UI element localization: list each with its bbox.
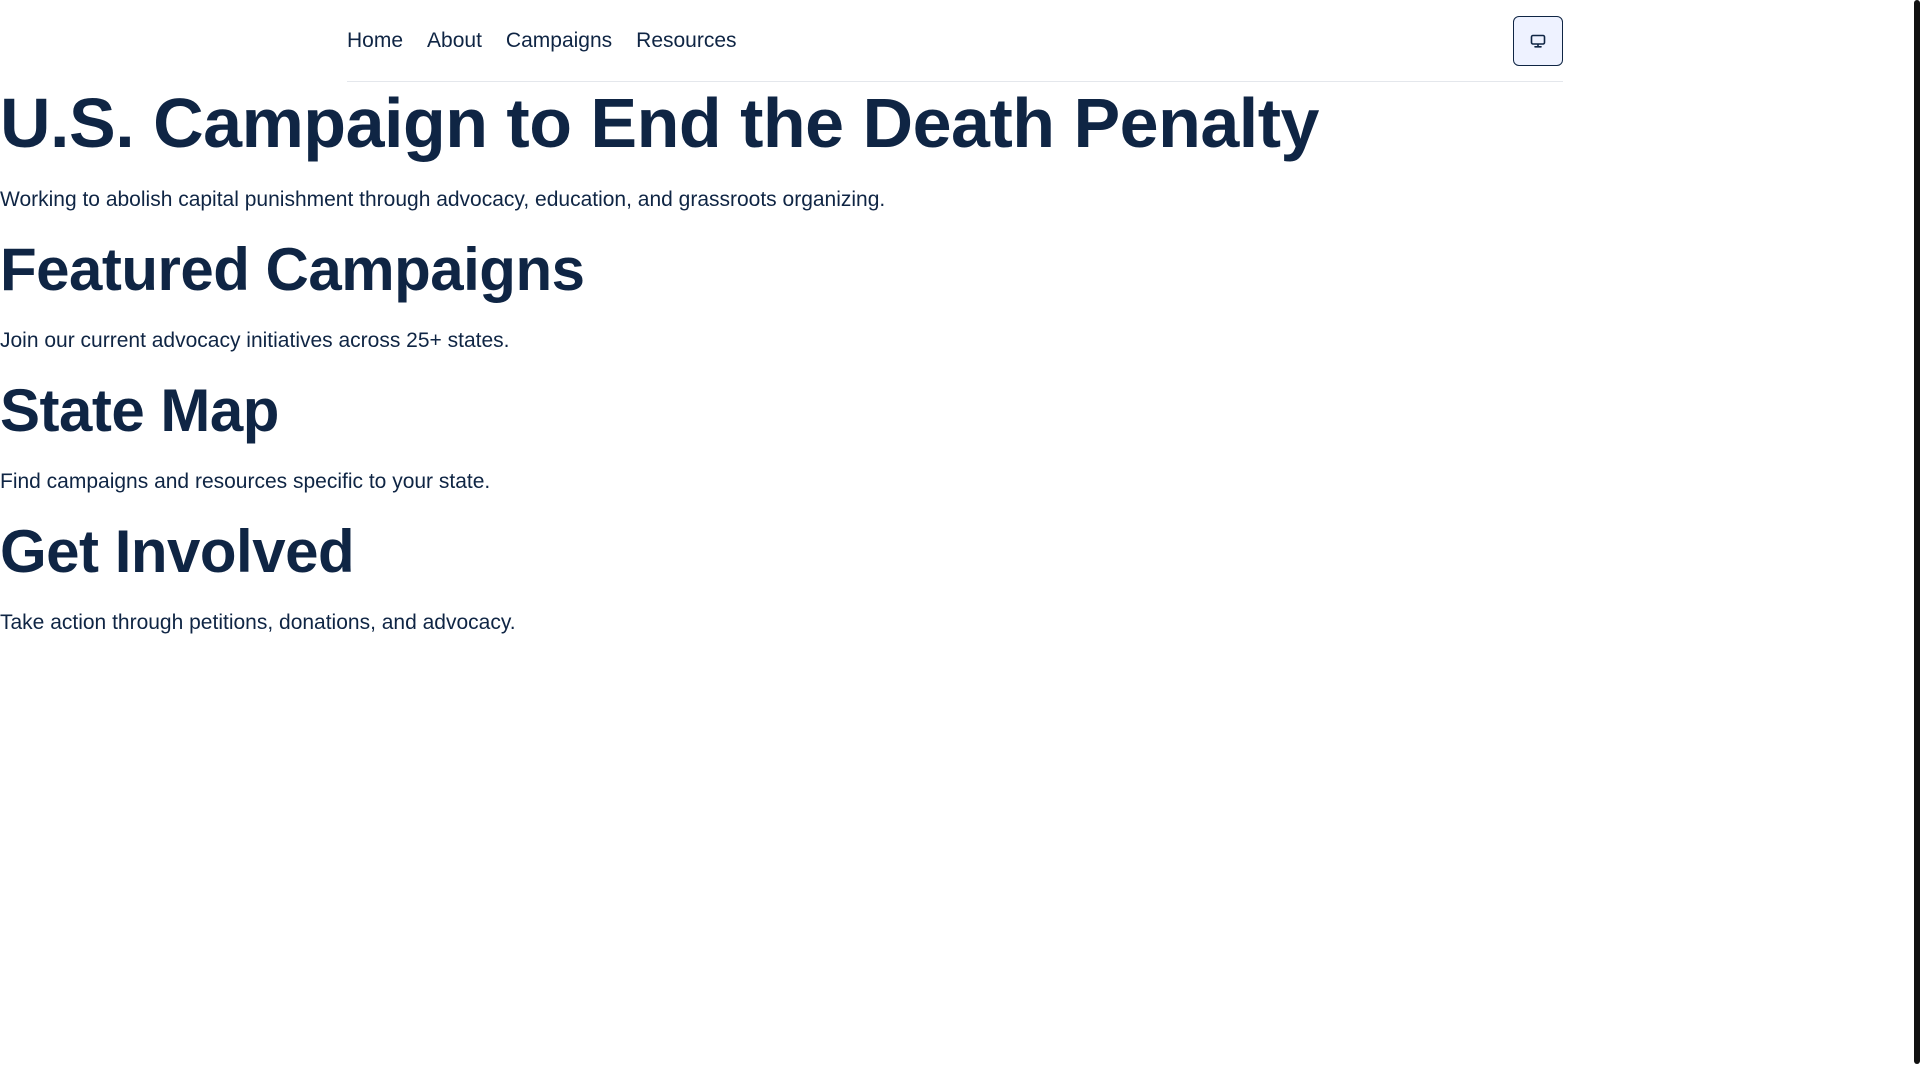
get-involved-heading: Get Involved xyxy=(0,518,355,585)
nav-link-home[interactable]: Home xyxy=(347,27,403,55)
featured-campaigns-description: Join our current advocacy initiatives ac… xyxy=(0,329,510,352)
get-involved-description: Take action through petitions, donations… xyxy=(0,611,516,634)
vertical-scrollbar[interactable] xyxy=(1914,0,1920,1064)
state-map-heading: State Map xyxy=(0,377,279,444)
theme-toggle-button[interactable] xyxy=(1513,16,1563,66)
nav-link-resources[interactable]: Resources xyxy=(636,27,736,55)
featured-campaigns-heading: Featured Campaigns xyxy=(0,236,585,303)
monitor-icon xyxy=(1530,34,1546,48)
top-navigation: Home About Campaigns Resources xyxy=(347,16,1563,82)
page-description: Working to abolish capital punishment th… xyxy=(0,188,886,211)
page-title: U.S. Campaign to End the Death Penalty xyxy=(0,84,1319,162)
nav-links: Home About Campaigns Resources xyxy=(347,27,737,55)
nav-link-campaigns[interactable]: Campaigns xyxy=(506,27,612,55)
state-map-description: Find campaigns and resources specific to… xyxy=(0,470,491,493)
nav-link-about[interactable]: About xyxy=(427,27,482,55)
